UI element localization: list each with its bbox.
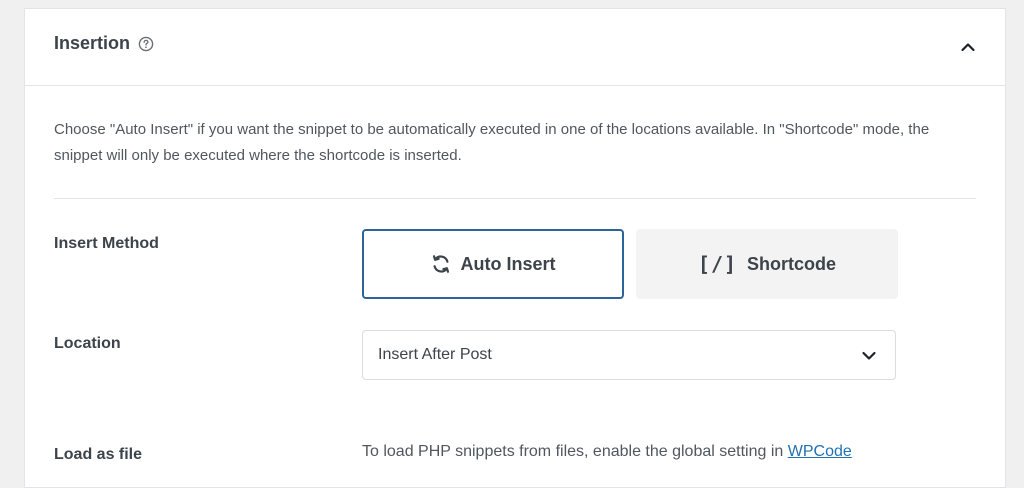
auto-insert-label: Auto Insert [460,253,556,274]
insertion-description: Choose "Auto Insert" if you want the sni… [54,121,930,164]
insert-method-label: Insert Method [54,235,159,252]
wpcode-settings-link[interactable]: WPCode [788,443,852,460]
insertion-panel: Insertion Choose "Auto Insert" if you wa… [24,8,1006,488]
location-select[interactable]: Insert After Post [362,330,896,380]
chevron-up-icon[interactable] [960,39,976,55]
shortcode-label: Shortcode [747,253,837,274]
shortcode-button[interactable]: [/] Shortcode [636,229,898,299]
location-selected-value: Insert After Post [378,346,492,363]
load-as-file-label: Load as file [54,446,143,463]
question-circle-icon[interactable] [138,36,154,52]
panel-title: Insertion [54,33,154,54]
refresh-arrows-icon [430,253,452,275]
auto-insert-button[interactable]: Auto Insert [362,229,624,299]
load-as-file-note: To load PHP snippets from files, enable … [362,443,852,461]
load-as-file-note-text: To load PHP snippets from files, enable … [362,443,784,460]
panel-title-text: Insertion [54,33,131,53]
shortcode-icon: [/] [697,252,738,276]
location-label: Location [54,335,121,352]
divider [54,198,976,199]
panel-header[interactable]: Insertion [25,9,1005,86]
chevron-down-icon [861,348,877,364]
